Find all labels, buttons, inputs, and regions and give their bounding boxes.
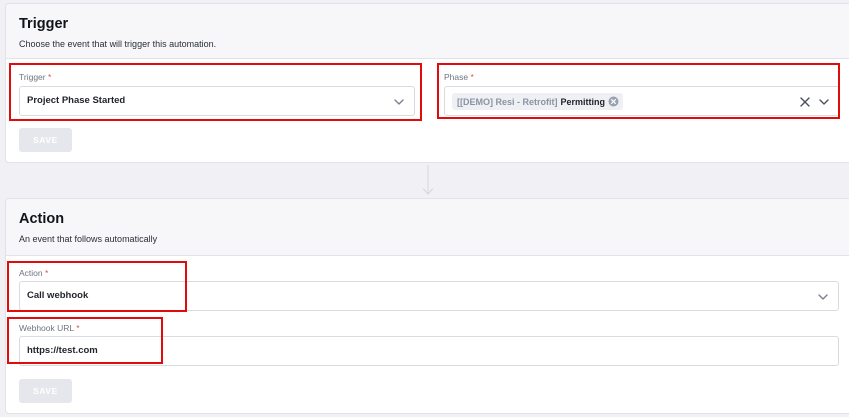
trigger-card-header: Trigger Choose the event that will trigg… (6, 4, 849, 59)
close-icon[interactable] (798, 95, 812, 109)
action-select[interactable]: Call webhook (19, 281, 839, 311)
action-field-label: Action * (19, 268, 49, 278)
action-select-value: Call webhook (27, 290, 89, 301)
chevron-down-icon[interactable] (817, 95, 831, 109)
phase-field-label: Phase * (444, 72, 474, 82)
action-save-button[interactable]: SAVE (19, 379, 72, 403)
webhook-url-value: https://test.com (27, 345, 98, 356)
phase-chip: [[DEMO] Resi - Retrofit] Permitting (452, 93, 624, 110)
arrow-down-icon (423, 165, 433, 195)
required-mark: * (470, 72, 474, 82)
trigger-card: Trigger Choose the event that will trigg… (5, 3, 849, 163)
action-title: Action (19, 211, 65, 227)
chevron-down-icon[interactable] (816, 290, 830, 304)
trigger-select[interactable]: Project Phase Started (19, 86, 415, 116)
webhook-url-input[interactable]: https://test.com (19, 336, 839, 366)
chevron-down-icon[interactable] (392, 95, 406, 109)
trigger-select-value: Project Phase Started (27, 95, 126, 106)
circle-x-icon[interactable] (608, 96, 619, 107)
required-mark: * (45, 268, 49, 278)
trigger-description: Choose the event that will trigger this … (19, 39, 217, 49)
action-description: An event that follows automatically (19, 234, 158, 244)
action-card-header: Action An event that follows automatical… (6, 199, 849, 256)
trigger-title: Trigger (19, 16, 69, 32)
phase-select[interactable]: [[DEMO] Resi - Retrofit] Permitting (444, 86, 840, 116)
trigger-save-button[interactable]: SAVE (19, 128, 72, 152)
action-card: Action An event that follows automatical… (5, 198, 849, 414)
trigger-field-label: Trigger * (19, 72, 52, 82)
phase-chip-project: [[DEMO] Resi - Retrofit] (457, 96, 558, 107)
webhook-url-label: Webhook URL * (19, 323, 80, 333)
required-mark: * (76, 323, 80, 333)
phase-chip-value: Permitting (560, 96, 606, 107)
required-mark: * (47, 72, 52, 82)
